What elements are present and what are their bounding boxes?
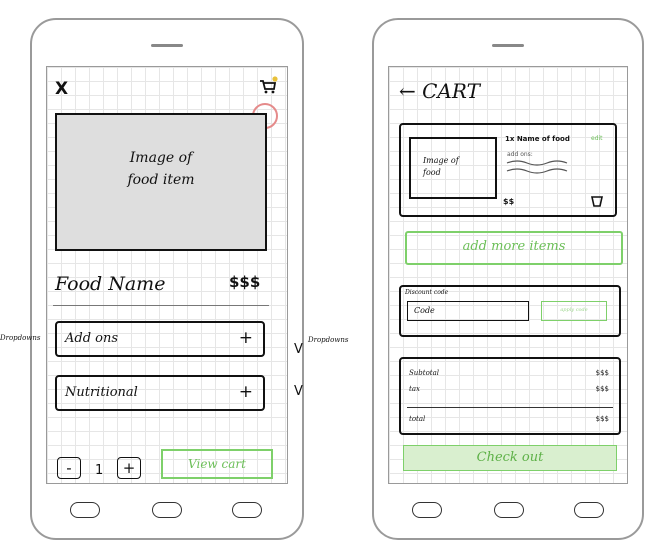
quantity-value: 1 [95,463,104,478]
quantity-plus-button[interactable]: + [117,457,141,479]
cart-item-addons: add ons: [507,151,533,158]
food-image-placeholder: Image of food item [55,113,267,251]
close-icon[interactable]: X [55,79,68,99]
cart-item-card: Image of food 1x Name of food edit add o… [399,123,617,217]
total-row: total $$$ [409,415,609,423]
nutrition-expand-icon[interactable]: + [239,382,253,402]
cart-item-name: 1x Name of food [505,135,570,143]
addons-scribble-icon [506,160,568,174]
cart-icon[interactable] [258,75,278,95]
food-detail-screen: X Image of food item Food Name $$$ Add o… [46,66,288,484]
speaker [151,44,183,47]
nutrition-v-mark: V [294,384,303,399]
nav-home-button[interactable] [494,502,524,518]
phone-frame-right: ← CART Image of food 1x Name of food edi… [372,18,644,540]
total-label: total [409,415,426,423]
subtotal-value: $$$ [595,369,609,377]
dropdowns-note-left: Dropdowns [0,334,41,342]
discount-code-input[interactable]: Code [407,301,529,321]
add-more-items-button[interactable]: add more items [405,231,623,265]
cart-item-edit-link[interactable]: edit [591,135,603,142]
nav-recent-button[interactable] [232,502,262,518]
addons-dropdown[interactable]: Add ons + [55,321,265,357]
cart-item-image: Image of food [409,137,497,199]
addons-label: Add ons [65,331,119,346]
food-price: $$$ [229,273,261,291]
addons-expand-icon[interactable]: + [239,328,253,348]
dropdowns-note-right: Dropdowns [308,336,349,344]
tax-label: tax [409,385,420,393]
nav-home-button[interactable] [152,502,182,518]
tax-row: tax $$$ [409,385,609,393]
addons-v-mark: V [294,342,303,357]
subtotal-label: Subtotal [409,369,440,377]
nutrition-dropdown[interactable]: Nutritional + [55,375,265,411]
view-cart-button[interactable]: View cart [161,449,273,479]
speaker [492,44,524,47]
nutrition-label: Nutritional [65,385,138,400]
cart-title[interactable]: ← CART [399,79,480,103]
summary-divider [407,407,613,408]
subtotal-row: Subtotal $$$ [409,369,609,377]
discount-label: Discount code [405,289,449,296]
nav-back-button[interactable] [70,502,100,518]
nav-recent-button[interactable] [574,502,604,518]
apply-code-button[interactable]: apply code [541,301,607,321]
trash-icon[interactable] [591,195,603,207]
food-image-label: Image of food item [127,150,195,188]
nav-back-button[interactable] [412,502,442,518]
discount-section: Discount code Code apply code [399,285,621,337]
cart-item-price: $$ [503,197,515,206]
quantity-minus-button[interactable]: - [57,457,81,479]
food-name: Food Name [55,273,166,295]
order-summary: Subtotal $$$ tax $$$ total $$$ [399,357,621,435]
cart-screen: ← CART Image of food 1x Name of food edi… [388,66,628,484]
divider [53,305,269,306]
checkout-button[interactable]: Check out [403,445,617,471]
phone-frame-left: X Image of food item Food Name $$$ Add o… [30,18,304,540]
cart-item-image-label: Image of food [423,156,459,177]
total-value: $$$ [595,415,609,423]
tax-value: $$$ [595,385,609,393]
